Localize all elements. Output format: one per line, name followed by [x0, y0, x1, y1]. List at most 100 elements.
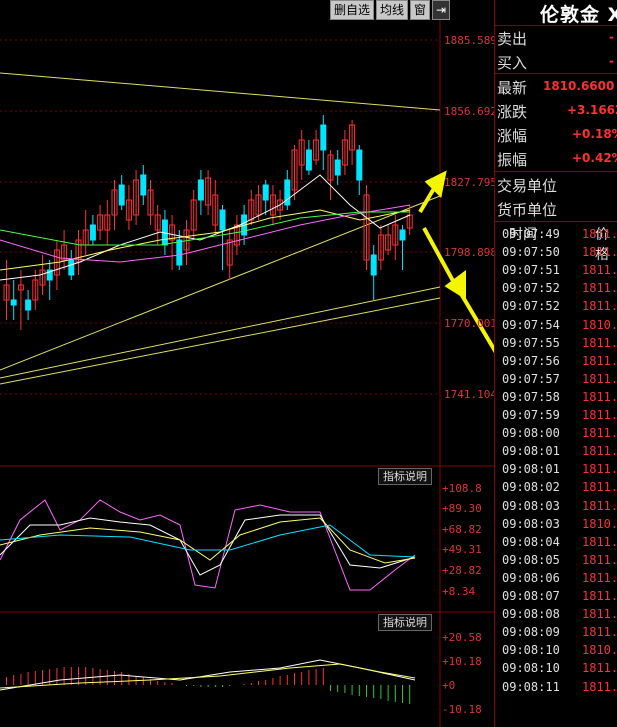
trade-price: 1810.8 — [582, 516, 617, 531]
trade-price: 1811.1 — [582, 625, 617, 640]
trade-time: 09:07:49 — [502, 227, 560, 241]
macd-bar — [294, 673, 295, 685]
macd-bar — [222, 685, 223, 687]
macd-level-label: +20.58 — [442, 631, 482, 644]
macd-bar — [380, 685, 382, 699]
price-axis: 1885.589 1856.692 1827.795 1798.898 1770… — [444, 34, 494, 401]
trade-time: 09:07:58 — [502, 389, 560, 404]
trade-row: 09:08:03 1810.8 — [494, 517, 617, 535]
macd-bar — [373, 685, 375, 698]
macd-bar — [121, 672, 123, 685]
trade-row: 09:07:52 1811.1 — [494, 281, 617, 299]
candle-body — [334, 159, 341, 176]
quote-row-currency-unit: 货币单位 — [497, 197, 617, 221]
macd-bar — [344, 685, 346, 693]
trade-row: 09:07:49 1811.1 — [494, 227, 617, 245]
trade-price: 1811.1 — [582, 552, 617, 567]
macd-level-label: -10.18 — [442, 703, 482, 716]
macd-bar — [114, 671, 115, 685]
macd-bar — [78, 667, 79, 685]
macd-bar — [315, 669, 317, 685]
macd-bar — [6, 677, 7, 685]
kdj-indicator — [0, 499, 416, 591]
macd-bar — [70, 667, 72, 685]
candlesticks — [3, 115, 413, 330]
macd-indicator-help-button[interactable]: 指标说明 — [378, 614, 432, 631]
macd-bar — [286, 675, 288, 685]
trade-time: 09:08:04 — [502, 534, 560, 549]
collapse-panel-icon[interactable]: ⇥ — [432, 0, 451, 20]
trade-time: 09:08:11 — [502, 679, 560, 694]
candle-body — [118, 184, 125, 206]
trade-price: 1811.1 — [582, 570, 617, 585]
moving-average-button[interactable]: 均线 — [376, 0, 409, 20]
trade-time: 09:08:06 — [502, 570, 560, 585]
trade-row: 09:08:10 1811.1 — [494, 661, 617, 679]
quote-row-last: 最新 1810.6600 — [497, 75, 617, 99]
quote-value: +0.42% — [572, 151, 617, 165]
macd-bar — [265, 680, 267, 685]
candle-body — [370, 254, 377, 276]
window-button[interactable]: 窗 — [410, 0, 431, 20]
trade-time: 09:08:05 — [502, 552, 560, 567]
macd-bar — [171, 683, 173, 685]
macd-bar — [13, 675, 15, 685]
macd-bar — [207, 685, 209, 687]
macd-level-label: +10.18 — [442, 655, 482, 668]
chart-toolbar: 删自选 均线 窗 ⇥ — [330, 0, 452, 20]
trade-time: 09:07:50 — [502, 245, 560, 260]
kdj-indicator-help-button[interactable]: 指标说明 — [378, 468, 432, 485]
trade-price: 1810.9 — [582, 643, 617, 658]
quote-row-change-pct: 涨幅 +0.18% — [497, 123, 617, 147]
macd-bar — [402, 685, 403, 703]
quote-label: 涨跌 — [497, 103, 528, 121]
macd-bar — [394, 685, 396, 702]
macd-bar — [366, 685, 367, 697]
macd-bar — [49, 669, 51, 685]
quote-row-buy: 买入 - — [497, 50, 617, 74]
trade-price: 1811.1 — [582, 245, 617, 260]
kdj-level-label: +8.34 — [442, 585, 475, 598]
trade-time: 09:07:56 — [502, 353, 560, 368]
candle-body — [219, 209, 226, 231]
macd-bar — [34, 671, 36, 685]
quote-value: +3.1662 — [567, 103, 617, 117]
trade-row: 09:07:51 1811.1 — [494, 263, 617, 281]
trade-row: 09:08:11 1811.1 — [494, 680, 617, 698]
trade-price: 1811.0 — [582, 353, 617, 368]
trade-price: 1811.1 — [582, 679, 617, 694]
trade-time: 09:08:01 — [502, 462, 560, 477]
quote-value: 1810.6600 — [543, 79, 615, 93]
trade-row: 09:07:59 1811.1 — [494, 408, 617, 426]
candle-body — [25, 299, 32, 311]
price-level-label: 1827.795 — [444, 176, 494, 189]
quote-label: 最新 — [497, 79, 528, 97]
trade-price: 1811.0 — [582, 299, 617, 314]
kdj-level-label: +68.82 — [442, 523, 482, 536]
macd-bar — [63, 667, 65, 685]
candle-body — [399, 229, 406, 241]
candle-body — [10, 299, 17, 306]
trade-price: 1811.1 — [582, 534, 617, 549]
kdj-aux-line — [0, 524, 416, 558]
macd-level-label: +0 — [442, 679, 455, 692]
kdj-level-label: +28.82 — [442, 564, 482, 577]
macd-bar — [351, 685, 353, 695]
trade-time: 09:08:03 — [502, 516, 560, 531]
kdj-level-label: +108.8 — [442, 482, 482, 495]
ma-line-white — [0, 174, 411, 281]
macd-bar — [20, 674, 22, 685]
trade-price: 1811.0 — [582, 426, 617, 441]
trade-time: 09:07:54 — [502, 317, 560, 332]
trade-time: 09:08:09 — [502, 625, 560, 640]
macd-bar — [27, 672, 29, 685]
trade-price: 1811.1 — [582, 607, 617, 622]
trade-price: 1811.1 — [582, 444, 617, 459]
macd-bar — [214, 685, 216, 687]
candle-body — [140, 174, 147, 196]
trade-price: 1811.1 — [582, 480, 617, 495]
macd-lines — [0, 659, 416, 691]
macd-bar — [279, 676, 281, 685]
remove-favorite-button[interactable]: 删自选 — [330, 0, 375, 20]
trade-time: 09:08:07 — [502, 589, 560, 603]
